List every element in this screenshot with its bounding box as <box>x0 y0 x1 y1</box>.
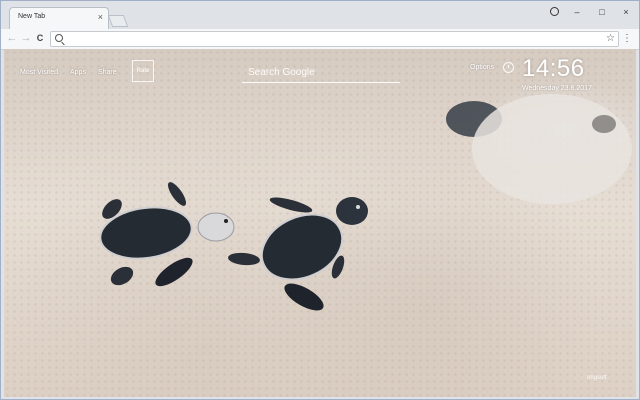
search-input[interactable] <box>246 63 400 81</box>
most-visited-link[interactable]: Most Visited <box>20 69 58 76</box>
share-link[interactable]: Share <box>98 69 117 76</box>
clock-date: Wednesday 23.8.2017 <box>522 85 592 92</box>
tab-new-tab[interactable]: New Tab × <box>9 7 109 30</box>
address-bar[interactable]: ☆ <box>50 31 619 47</box>
address-input[interactable] <box>65 33 599 46</box>
new-tab-page: Most Visited Apps Share Rate Options 14:… <box>4 49 636 397</box>
new-tab-button[interactable] <box>107 15 129 27</box>
maximize-button[interactable]: □ <box>590 5 614 19</box>
tab-title: New Tab <box>18 13 46 20</box>
close-window-button[interactable]: × <box>614 5 638 19</box>
top-nav: Most Visited Apps Share <box>20 65 117 79</box>
credit-text: Imgsoft <box>587 375 607 381</box>
turtle-right <box>228 197 368 311</box>
search-box[interactable] <box>242 63 400 83</box>
turtle-left <box>99 182 235 287</box>
reload-icon[interactable]: C <box>33 31 47 45</box>
options-link[interactable]: Options <box>470 64 494 71</box>
star-icon[interactable]: ☆ <box>606 32 615 45</box>
tab-strip: New Tab × – □ × <box>1 1 639 30</box>
menu-icon[interactable]: ⋮ <box>622 32 632 46</box>
browser-toolbar: ← → C ☆ ⋮ <box>1 29 639 50</box>
minimize-button[interactable]: – <box>565 5 589 19</box>
browser-window: New Tab × – □ × ← → C ☆ ⋮ Most Visited A… <box>0 0 640 400</box>
clock-time: 14:56 <box>522 55 585 82</box>
apps-link[interactable]: Apps <box>70 69 86 76</box>
forward-icon[interactable]: → <box>19 31 33 45</box>
search-icon <box>55 34 63 42</box>
tab-close-icon[interactable]: × <box>98 11 103 23</box>
back-icon[interactable]: ← <box>5 31 19 45</box>
turtle-head-blur <box>472 94 632 204</box>
rate-button[interactable]: Rate <box>132 60 154 82</box>
clock-icon <box>503 62 514 73</box>
wallpaper-image <box>99 94 632 311</box>
turtle-eye-blur <box>592 115 616 133</box>
profile-icon[interactable] <box>550 7 559 16</box>
